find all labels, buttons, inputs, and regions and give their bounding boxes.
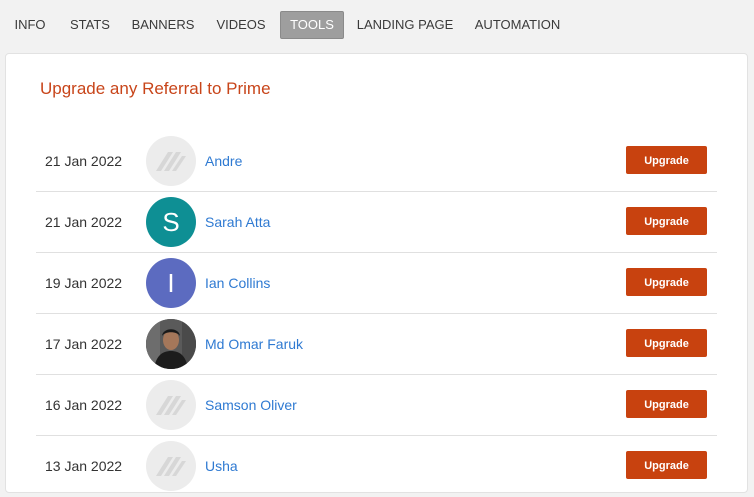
- section-title: Upgrade any Referral to Prime: [40, 79, 271, 98]
- placeholder-logo-icon: [146, 380, 196, 430]
- upgrade-button[interactable]: Upgrade: [626, 329, 707, 357]
- referral-row: 21 Jan 2022 Andre Upgrade: [36, 131, 717, 192]
- referral-row: 21 Jan 2022 S Sarah Atta Upgrade: [36, 192, 717, 253]
- referral-date: 21 Jan 2022: [45, 214, 123, 230]
- avatar: S: [146, 197, 196, 247]
- referral-row: 16 Jan 2022 Samson Oliver Upgrade: [36, 375, 717, 436]
- referral-name-link[interactable]: Andre: [205, 131, 242, 191]
- tools-panel: Upgrade any Referral to Prime 21 Jan 202…: [5, 53, 748, 493]
- referral-name-link[interactable]: Md Omar Faruk: [205, 314, 303, 374]
- upgrade-button[interactable]: Upgrade: [626, 268, 707, 296]
- tab-tools[interactable]: TOOLS: [280, 11, 344, 39]
- tab-bar: INFO STATS BANNERS VIDEOS TOOLS LANDING …: [0, 0, 754, 50]
- upgrade-button[interactable]: Upgrade: [626, 146, 707, 174]
- tab-automation[interactable]: AUTOMATION: [469, 11, 566, 39]
- tab-stats[interactable]: STATS: [64, 11, 116, 39]
- avatar-initial: S: [162, 206, 180, 237]
- referral-name-link[interactable]: Sarah Atta: [205, 192, 270, 252]
- avatar-photo: [146, 319, 196, 369]
- referral-date: 17 Jan 2022: [45, 336, 123, 352]
- referral-row: 13 Jan 2022 Usha Upgrade: [36, 436, 717, 497]
- referral-date: 16 Jan 2022: [45, 397, 123, 413]
- upgrade-button[interactable]: Upgrade: [626, 390, 707, 418]
- referral-row: 17 Jan 2022 Md Omar Faruk Upgrade: [36, 314, 717, 375]
- tab-info[interactable]: INFO: [9, 11, 51, 39]
- tab-landing-page[interactable]: LANDING PAGE: [353, 11, 457, 39]
- tab-banners[interactable]: BANNERS: [128, 11, 198, 39]
- upgrade-button[interactable]: Upgrade: [626, 451, 707, 479]
- referral-row: 19 Jan 2022 I Ian Collins Upgrade: [36, 253, 717, 314]
- referral-name-link[interactable]: Samson Oliver: [205, 375, 297, 435]
- referral-date: 19 Jan 2022: [45, 275, 123, 291]
- avatar: I: [146, 258, 196, 308]
- referral-name-link[interactable]: Ian Collins: [205, 253, 270, 313]
- upgrade-button[interactable]: Upgrade: [626, 207, 707, 235]
- referral-name-link[interactable]: Usha: [205, 436, 238, 496]
- tab-videos[interactable]: VIDEOS: [211, 11, 271, 39]
- placeholder-logo-icon: [146, 136, 196, 186]
- referral-date: 13 Jan 2022: [45, 458, 123, 474]
- placeholder-logo-icon: [146, 441, 196, 491]
- avatar-initial: I: [167, 267, 175, 298]
- referral-date: 21 Jan 2022: [45, 153, 123, 169]
